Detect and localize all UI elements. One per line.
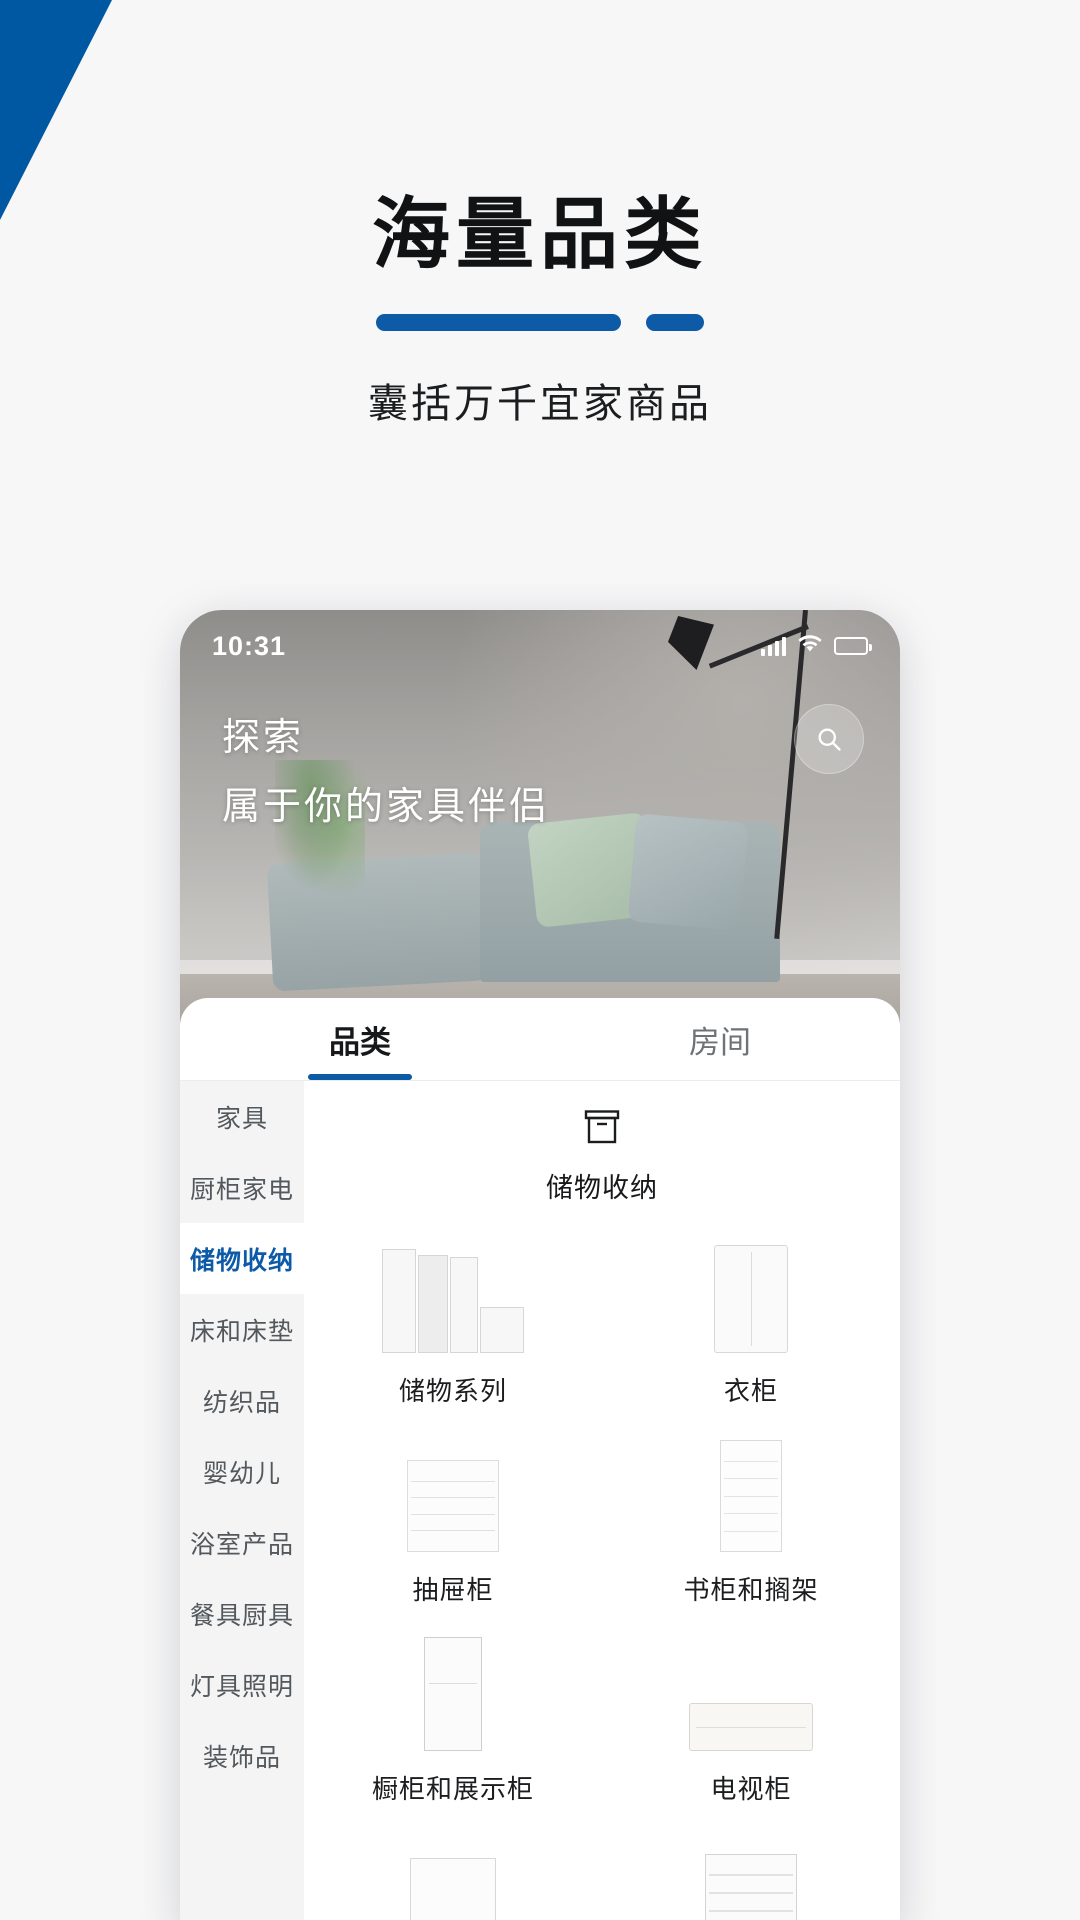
section-title: 储物收纳 [546, 1173, 658, 1203]
product-cell-next-a[interactable] [304, 1824, 602, 1920]
sidebar-item-label: 装饰品 [202, 1743, 281, 1772]
tab-rooms-label: 房间 [689, 1024, 751, 1060]
product-cell-tv-bench[interactable]: 电视柜 [602, 1625, 900, 1820]
sidebar-item-decoration[interactable]: 装饰品 [180, 1720, 304, 1791]
product-label: 橱柜和展示柜 [371, 1774, 534, 1804]
tab-rooms[interactable]: 房间 [540, 998, 900, 1080]
title-rule-short [646, 313, 704, 331]
product-cell-bookcase-shelf[interactable]: 书柜和搁架 [602, 1426, 900, 1621]
sidebar-item-label: 灯具照明 [189, 1672, 294, 1701]
corner-accent-triangle [0, 0, 112, 220]
sidebar-item-furniture[interactable]: 家具 [180, 1081, 304, 1152]
signal-bars-icon [761, 636, 786, 656]
phone-mockup: 10:31 探索 属于你的家具伴侣 品类 房间 家具 厨柜家电 储物收纳 床和床… [180, 610, 900, 1920]
sidebar-item-storage[interactable]: 储物收纳 [180, 1223, 304, 1294]
sidebar-item-label: 婴幼儿 [202, 1459, 281, 1488]
sidebar-item-lighting[interactable]: 灯具照明 [180, 1649, 304, 1720]
headline-block: 海量品类 囊括万千宜家商品 [0, 190, 1080, 429]
product-cell-cabinet-display[interactable]: 橱柜和展示柜 [304, 1625, 602, 1820]
category-sheet: 品类 房间 家具 厨柜家电 储物收纳 床和床垫 纺织品 婴幼儿 浴室产品 餐具厨… [180, 998, 900, 1920]
hero-cushion-gray-shape [627, 813, 749, 931]
product-cell-chest-of-drawers[interactable]: 抽屉柜 [304, 1426, 602, 1621]
product-panel[interactable]: 储物收纳 储物系列 衣柜 抽屉柜 书柜和搁架 橱柜和展示柜 电视柜 [304, 1081, 900, 1920]
tab-bar: 品类 房间 [180, 998, 900, 1080]
sidebar-item-bathroom[interactable]: 浴室产品 [180, 1507, 304, 1578]
sidebar-item-label: 家具 [215, 1104, 268, 1133]
category-sidebar[interactable]: 家具 厨柜家电 储物收纳 床和床垫 纺织品 婴幼儿 浴室产品 餐具厨具 灯具照明… [180, 1081, 304, 1920]
sidebar-item-label: 浴室产品 [189, 1530, 294, 1559]
search-icon [815, 725, 843, 753]
sidebar-item-label: 储物收纳 [189, 1246, 294, 1275]
wifi-icon [798, 634, 822, 658]
storage-series-icon [373, 1237, 533, 1353]
storage-box-icon [582, 1109, 622, 1150]
hero-copy: 探索 属于你的家具伴侣 [222, 706, 550, 830]
sidebar-item-label: 纺织品 [202, 1388, 281, 1417]
title-underline [0, 313, 1080, 331]
tab-categories-label: 品类 [329, 1024, 391, 1060]
status-bar-time: 10:31 [212, 630, 287, 661]
sheet-body: 家具 厨柜家电 储物收纳 床和床垫 纺织品 婴幼儿 浴室产品 餐具厨具 灯具照明… [180, 1080, 900, 1920]
bookcase-icon [671, 1436, 831, 1552]
hero-headline-line1: 探索 [222, 717, 305, 759]
display-cabinet-icon [373, 1635, 533, 1751]
sidebar-item-tableware-cookware[interactable]: 餐具厨具 [180, 1578, 304, 1649]
product-cell-wardrobe[interactable]: 衣柜 [602, 1227, 900, 1422]
sidebar-item-label: 床和床垫 [189, 1317, 294, 1346]
wardrobe-icon [671, 1237, 831, 1353]
product-cell-storage-series[interactable]: 储物系列 [304, 1227, 602, 1422]
search-button[interactable] [794, 704, 864, 774]
hero-headline-line2: 属于你的家具伴侣 [222, 786, 551, 828]
sidebar-item-label: 厨柜家电 [189, 1175, 294, 1204]
sidebar-item-baby-children[interactable]: 婴幼儿 [180, 1436, 304, 1507]
battery-icon [834, 637, 872, 655]
product-label: 抽屉柜 [412, 1575, 494, 1605]
page-subtitle: 囊括万千宜家商品 [368, 381, 712, 426]
tab-categories[interactable]: 品类 [180, 998, 540, 1080]
product-label: 储物系列 [398, 1376, 507, 1406]
page-title: 海量品类 [371, 190, 708, 278]
product-label: 衣柜 [723, 1376, 778, 1406]
status-bar-icons [761, 634, 872, 658]
status-bar: 10:31 [180, 610, 900, 682]
product-label: 书柜和搁架 [683, 1575, 819, 1605]
shelving-rack-icon [671, 1834, 831, 1920]
sidebar-item-beds-mattresses[interactable]: 床和床垫 [180, 1294, 304, 1365]
section-header: 储物收纳 [304, 1097, 900, 1227]
sidebar-item-kitchen-appliances[interactable]: 厨柜家电 [180, 1152, 304, 1223]
storage-unit-icon [373, 1834, 533, 1920]
chest-of-drawers-icon [373, 1436, 533, 1552]
product-label: 电视柜 [710, 1774, 792, 1804]
product-cell-next-b[interactable] [602, 1824, 900, 1920]
tv-bench-icon [671, 1635, 831, 1751]
product-grid: 储物系列 衣柜 抽屉柜 书柜和搁架 橱柜和展示柜 电视柜 [304, 1227, 900, 1920]
sidebar-item-label: 餐具厨具 [189, 1601, 294, 1630]
title-rule-long [376, 313, 621, 331]
sidebar-item-textiles[interactable]: 纺织品 [180, 1365, 304, 1436]
